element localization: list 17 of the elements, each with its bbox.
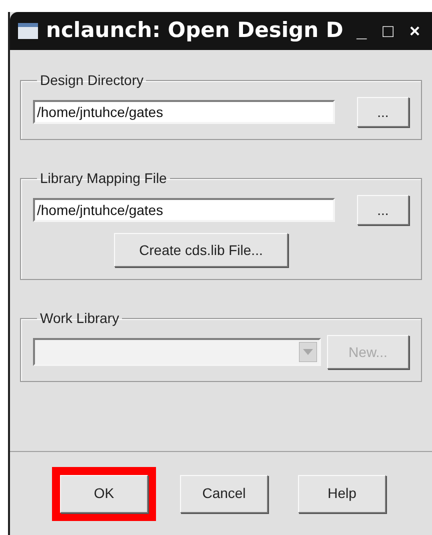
group-label: Library Mapping File [39,169,168,188]
window-title: nclaunch: Open Design D [46,17,344,44]
create-file-button[interactable]: Create cds.lib File... [114,233,288,267]
close-button[interactable]: × [409,22,420,40]
dropdown-arrow-icon [299,342,317,362]
cancel-button[interactable]: Cancel [180,474,268,512]
group-label: Work Library [39,309,120,328]
window-icon [18,23,38,39]
ok-button[interactable]: OK [60,474,148,512]
minimize-button[interactable]: _ [356,22,367,40]
browse-button[interactable]: ... [357,97,409,127]
path-field[interactable]: /home/jntuhce/gates [33,100,335,124]
browse-button[interactable]: ... [357,195,409,225]
path-field[interactable]: /home/jntuhce/gates [33,198,335,222]
help-button[interactable]: Help [298,474,386,512]
group-label: Design Directory [39,71,144,90]
maximize-button[interactable]: □ [382,22,394,40]
